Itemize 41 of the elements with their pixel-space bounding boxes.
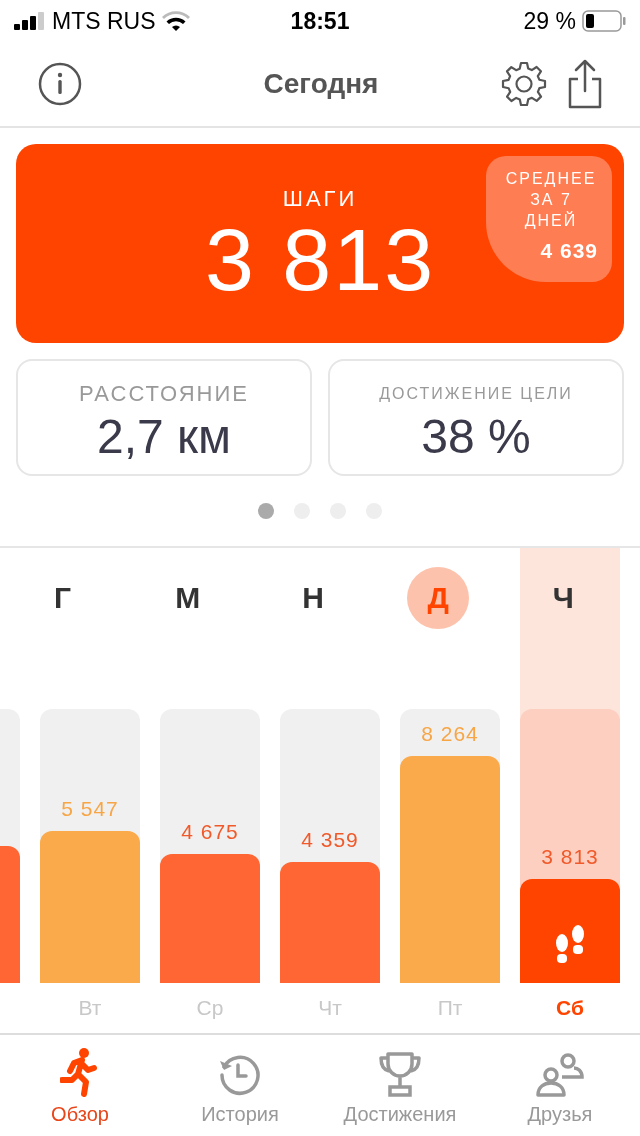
info-button[interactable] (38, 62, 82, 106)
bar-value: 4 675 (181, 820, 239, 845)
runner-icon (60, 1047, 100, 1097)
average-value: 4 639 (539, 239, 598, 263)
wifi-icon (161, 11, 190, 31)
stat-value: 38 % (421, 409, 531, 464)
tab-item[interactable]: История (160, 1035, 320, 1132)
bar-value: 3 813 (541, 844, 599, 869)
battery-icon (582, 10, 626, 32)
battery-percent: 29 % (523, 7, 576, 35)
week-letter[interactable]: М (156, 567, 219, 629)
steps-card[interactable]: ШАГИ 3 813 СРЕДНЕЕ ЗА 7 ДНЕЙ 4 639 (16, 144, 624, 343)
week-letter[interactable]: Д (407, 567, 470, 629)
stat-value: 2,7 км (96, 409, 232, 464)
friends-icon (536, 1051, 584, 1097)
average-label: СРЕДНЕЕ ЗА 7 ДНЕЙ (504, 169, 598, 231)
steps-label: ШАГИ (282, 186, 358, 212)
tab-item[interactable]: Достижения (320, 1035, 480, 1132)
bar-value: 4 359 (301, 828, 359, 853)
tab-item[interactable]: Друзья (480, 1035, 640, 1132)
settings-button[interactable] (500, 60, 548, 108)
screen-title: Сегодня (262, 68, 380, 100)
week-letter[interactable]: Н (282, 567, 344, 629)
stat-label: ДОСТИЖЕНИЕ ЦЕЛИ (379, 385, 573, 403)
day-label: Сб (556, 996, 584, 1020)
footprints-icon (553, 925, 587, 965)
bar-value: 5 547 (61, 796, 119, 821)
page-dot[interactable] (258, 503, 274, 519)
stat-label: РАССТОЯНИЕ (79, 381, 249, 407)
bar[interactable] (520, 878, 620, 983)
tab-item[interactable]: Обзор (0, 1035, 160, 1132)
trophy-icon (378, 1051, 422, 1097)
share-button[interactable] (566, 59, 604, 109)
history-icon (218, 1053, 262, 1097)
steps-count: 3 813 (204, 216, 436, 304)
signal-icon (14, 12, 46, 30)
bar-value: 8 264 (421, 721, 479, 746)
clock-time: 18:51 (290, 7, 350, 35)
week-letter[interactable]: Ч (532, 567, 595, 629)
carrier-name: MTS RUS (52, 7, 156, 35)
week-letter[interactable]: Г (31, 567, 94, 629)
